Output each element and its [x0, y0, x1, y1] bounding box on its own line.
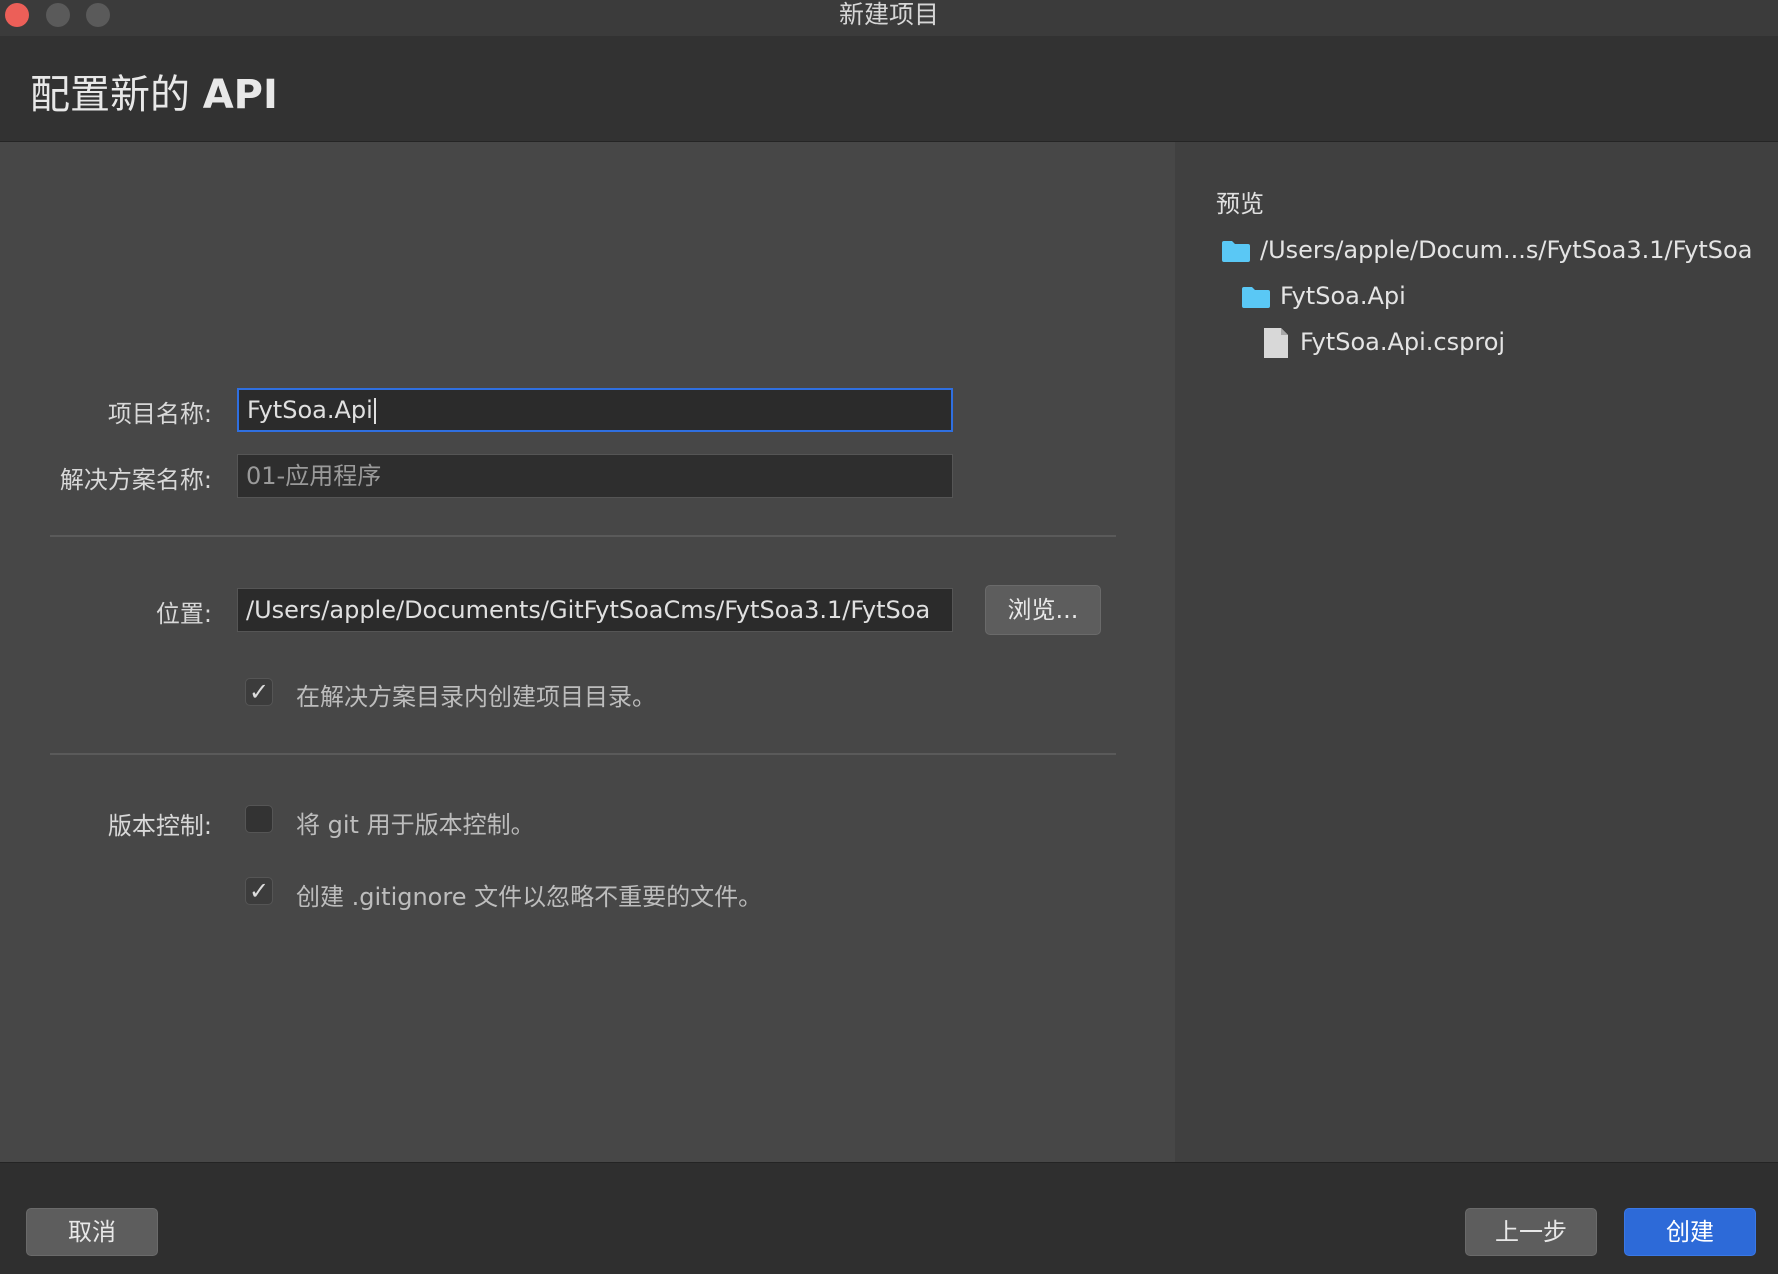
project-name-label: 项目名称: [107, 400, 212, 428]
location-label: 位置: [155, 600, 212, 628]
window-title: 新建项目 [838, 0, 939, 29]
tree-item-label: /Users/apple/Docum...s/FytSoa3.1/FytSoa [1260, 236, 1753, 264]
gitignore-checkbox[interactable]: ✓ [245, 877, 273, 905]
text-caret [373, 398, 376, 424]
tree-item-label: FytSoa.Api.csproj [1300, 328, 1506, 356]
page-title: 配置新的 API [30, 62, 278, 120]
title-bar: 新建项目 [0, 0, 1778, 37]
file-icon [1264, 328, 1288, 358]
browse-button[interactable]: 浏览... [985, 585, 1101, 635]
project-name-input[interactable]: FytSoa.Api [237, 388, 953, 432]
folder-icon [1222, 241, 1250, 262]
preview-title: 预览 [1216, 190, 1264, 218]
tree-item-csproj-file[interactable]: FytSoa.Api.csproj [1264, 326, 1564, 360]
dialog-header: 配置新的 API [0, 36, 1778, 142]
form-panel [0, 142, 1175, 1162]
git-label: 将 git 用于版本控制。 [296, 811, 535, 839]
page-title-prefix: 配置新的 [30, 72, 203, 118]
solution-name-label: 解决方案名称: [59, 466, 212, 494]
gitignore-label: 创建 .gitignore 文件以忽略不重要的文件。 [296, 883, 763, 911]
vcs-label: 版本控制: [107, 812, 212, 840]
back-button[interactable]: 上一步 [1465, 1208, 1597, 1256]
tree-item-project-folder[interactable]: FytSoa.Api [1242, 280, 1542, 314]
new-project-dialog: 新建项目 配置新的 API 项目名称: FytSoa.Api 解决方案名称: 0… [0, 0, 1778, 1274]
location-input[interactable]: /Users/apple/Documents/GitFytSoaCms/FytS… [237, 588, 953, 632]
create-dir-label: 在解决方案目录内创建项目目录。 [296, 683, 656, 711]
create-dir-checkbox[interactable]: ✓ [245, 678, 273, 706]
solution-name-input[interactable]: 01-应用程序 [237, 454, 953, 498]
git-checkbox[interactable] [245, 805, 273, 833]
tree-item-root-folder[interactable]: /Users/apple/Docum...s/FytSoa3.1/FytSoa [1222, 234, 1762, 268]
divider [50, 753, 1116, 755]
tree-item-label: FytSoa.Api [1280, 282, 1406, 310]
create-button[interactable]: 创建 [1624, 1208, 1756, 1256]
page-title-bold: API [202, 72, 278, 118]
folder-icon [1242, 287, 1270, 308]
project-name-value: FytSoa.Api [247, 396, 373, 424]
cancel-button[interactable]: 取消 [26, 1208, 158, 1256]
divider [50, 535, 1116, 537]
